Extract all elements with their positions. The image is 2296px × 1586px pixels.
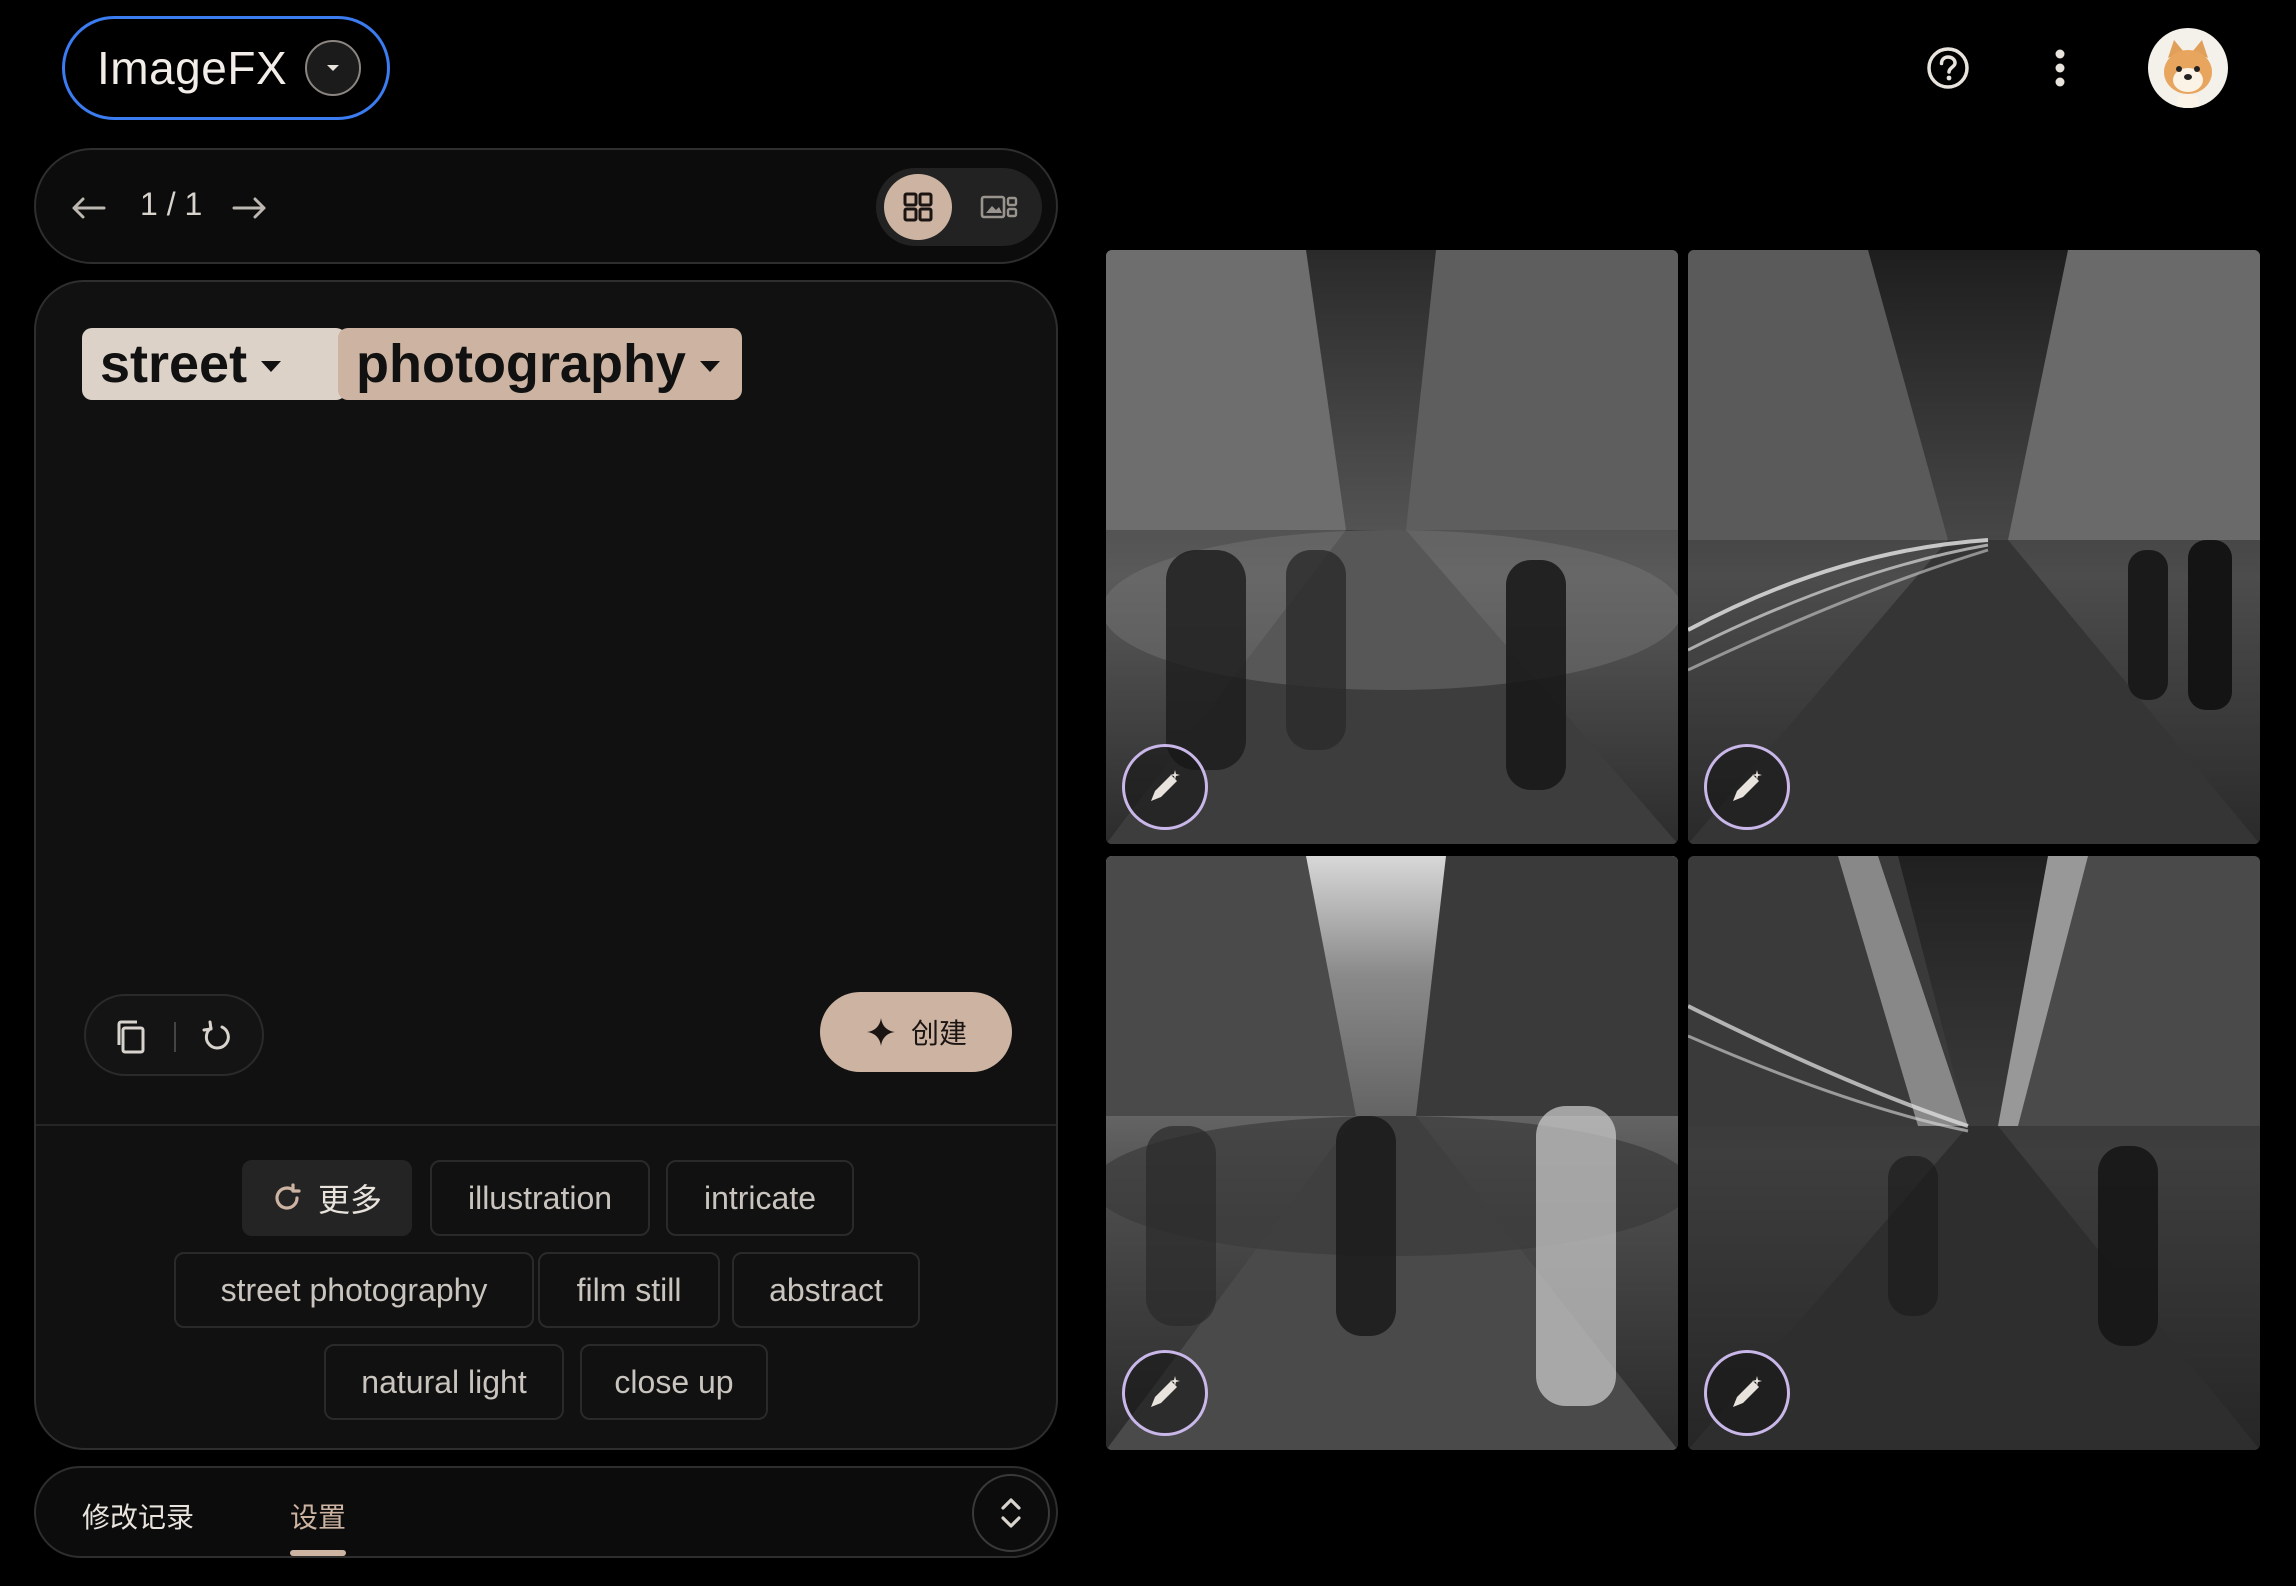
arrow-right-icon[interactable] bbox=[226, 186, 274, 230]
suggestion-label: film still bbox=[576, 1271, 682, 1308]
chevron-down-icon bbox=[699, 360, 720, 372]
single-view-icon[interactable] bbox=[966, 174, 1032, 240]
suggestion-chip[interactable]: abstract bbox=[732, 1252, 920, 1328]
chevron-down-icon[interactable] bbox=[305, 40, 362, 96]
avatar[interactable] bbox=[2148, 28, 2228, 108]
bottom-tabs: 修改记录 设置 bbox=[34, 1466, 1058, 1558]
suggestion-chip[interactable]: illustration bbox=[430, 1160, 650, 1236]
unfold-icon[interactable] bbox=[972, 1474, 1050, 1552]
suggestion-label: abstract bbox=[769, 1271, 883, 1308]
prompt-editor: street photography 创建 更多 illustration in… bbox=[34, 280, 1058, 1450]
prompt-tools bbox=[84, 994, 264, 1076]
tab-history[interactable]: 修改记录 bbox=[82, 1496, 194, 1536]
suggestion-label: natural light bbox=[361, 1363, 527, 1400]
more-vert-icon[interactable] bbox=[2036, 40, 2084, 96]
prompt-chip-photography[interactable]: photography bbox=[338, 328, 742, 400]
shiba-avatar-icon bbox=[2164, 40, 2212, 108]
generated-image-2[interactable] bbox=[1688, 250, 2260, 844]
prompt-chip-label: street bbox=[100, 334, 248, 394]
edit-pen-icon[interactable] bbox=[1122, 744, 1208, 830]
more-suggestions-button[interactable]: 更多 bbox=[242, 1160, 412, 1236]
edit-pen-icon[interactable] bbox=[1122, 1350, 1208, 1436]
help-circle-icon[interactable] bbox=[1920, 40, 1976, 96]
edit-pen-icon[interactable] bbox=[1704, 744, 1790, 830]
tab-settings[interactable]: 设置 bbox=[290, 1496, 346, 1536]
suggestion-label: street photography bbox=[220, 1271, 488, 1308]
more-label: 更多 bbox=[317, 1182, 382, 1218]
app-title: ImageFX bbox=[97, 42, 288, 94]
reset-icon[interactable] bbox=[192, 1012, 242, 1062]
refresh-icon bbox=[275, 1183, 301, 1210]
generated-image-4[interactable] bbox=[1688, 856, 2260, 1450]
suggestion-label: intricate bbox=[703, 1179, 817, 1216]
generated-image-3[interactable] bbox=[1106, 856, 1678, 1450]
suggestion-label: illustration bbox=[467, 1179, 613, 1216]
tool-divider bbox=[174, 1022, 176, 1052]
suggestion-chip[interactable]: natural light bbox=[324, 1344, 564, 1420]
create-button[interactable]: 创建 bbox=[820, 992, 1012, 1072]
image-pager: 1 / 1 bbox=[34, 148, 1058, 264]
suggestion-chip[interactable]: close up bbox=[580, 1344, 768, 1420]
copy-icon[interactable] bbox=[106, 1012, 156, 1062]
prompt-chip-label: photography bbox=[356, 334, 686, 394]
suggestion-chip[interactable]: film still bbox=[538, 1252, 720, 1328]
active-tab-indicator bbox=[290, 1550, 346, 1556]
prompt-chip-street[interactable]: street bbox=[82, 328, 346, 400]
arrow-left-icon[interactable] bbox=[64, 186, 112, 230]
grid-view-icon[interactable] bbox=[884, 174, 952, 240]
suggestion-label: close up bbox=[614, 1363, 734, 1400]
section-divider bbox=[36, 1124, 1056, 1126]
suggestion-chip[interactable]: street photography bbox=[174, 1252, 534, 1328]
app-switcher[interactable]: ImageFX bbox=[62, 16, 390, 120]
suggestion-chip[interactable]: intricate bbox=[666, 1160, 854, 1236]
page-indicator: 1 / 1 bbox=[140, 186, 203, 222]
view-toggle bbox=[876, 168, 1042, 246]
generated-image-1[interactable] bbox=[1106, 250, 1678, 844]
create-label: 创建 bbox=[910, 1018, 967, 1049]
sparkle-icon bbox=[866, 1018, 895, 1046]
edit-pen-icon[interactable] bbox=[1704, 1350, 1790, 1436]
chevron-down-icon bbox=[261, 360, 282, 372]
